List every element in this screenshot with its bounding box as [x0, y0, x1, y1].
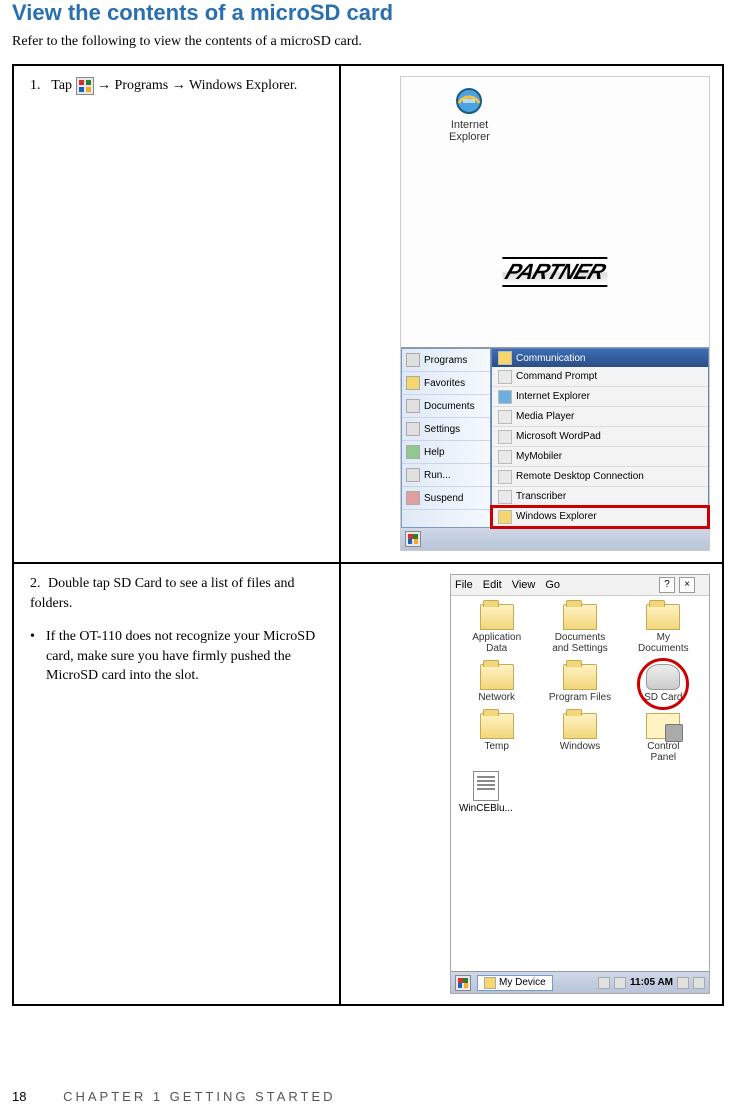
highlight-circle: [637, 658, 689, 710]
taskbar-tab-my-device[interactable]: My Device: [477, 975, 553, 991]
rdp-icon: [498, 470, 512, 484]
menu-file[interactable]: File: [455, 579, 473, 591]
start-button-icon[interactable]: [405, 531, 421, 547]
file-winceblu[interactable]: WinCEBlu...: [459, 771, 513, 814]
start-menu-item-documents[interactable]: Documents: [402, 395, 490, 418]
help-button[interactable]: ?: [659, 577, 675, 593]
folder-documents-and-settings[interactable]: Documents and Settings: [540, 604, 619, 654]
menu-view[interactable]: View: [512, 579, 536, 591]
submenu-title: Communication: [492, 349, 708, 367]
step2-cell: 2.Double tap SD Card to see a list of fi…: [13, 563, 340, 1005]
folder-program-files[interactable]: Program Files: [540, 664, 619, 703]
step1-screenshot-cell: Internet Explorer PARTNER Programs Favor…: [340, 65, 723, 563]
ie-icon: [498, 390, 512, 404]
folder-icon: [498, 351, 512, 365]
explorer-menubar[interactable]: File Edit View Go ? ×: [451, 575, 709, 596]
internet-explorer-icon: [453, 85, 485, 117]
tray-icon: [677, 977, 689, 989]
step2-text: 2.Double tap SD Card to see a list of fi…: [30, 574, 327, 613]
menu-go[interactable]: Go: [545, 579, 560, 591]
mymobiler-icon: [498, 450, 512, 464]
file-icon: [473, 771, 499, 801]
start-menu-item-favorites[interactable]: Favorites: [402, 372, 490, 395]
folder-icon: [563, 664, 597, 690]
close-button[interactable]: ×: [679, 577, 695, 593]
start-menu[interactable]: Programs Favorites Documents Settings He…: [401, 348, 491, 528]
intro-text: Refer to the following to view the conte…: [12, 34, 724, 50]
submenu-item-wordpad[interactable]: Microsoft WordPad: [492, 427, 708, 447]
step1-text: 1. Tap → Programs → Windows Explorer.: [30, 76, 327, 96]
submenu-item-mymobiler[interactable]: MyMobiler: [492, 447, 708, 467]
tray-icon: [693, 977, 705, 989]
menu-edit[interactable]: Edit: [483, 579, 502, 591]
control-panel-icon: [646, 713, 680, 739]
documents-icon: [406, 399, 420, 413]
programs-submenu[interactable]: Communication Command Prompt Internet Ex…: [491, 348, 709, 528]
step1-cell: 1. Tap → Programs → Windows Explorer.: [13, 65, 340, 563]
screenshot-programs-menu: Internet Explorer PARTNER Programs Favor…: [400, 76, 710, 551]
folder-icon: [563, 604, 597, 630]
folder-icon: [563, 713, 597, 739]
submenu-item-media-player[interactable]: Media Player: [492, 407, 708, 427]
programs-icon: [406, 353, 420, 367]
help-icon: [406, 445, 420, 459]
step2-screenshot-cell: File Edit View Go ? × Application Data D…: [340, 563, 723, 1005]
chapter-label: CHAPTER 1 GETTING STARTED: [63, 1089, 335, 1104]
submenu-item-ie[interactable]: Internet Explorer: [492, 387, 708, 407]
taskbar[interactable]: [401, 528, 709, 550]
folder-temp[interactable]: Temp: [457, 713, 536, 763]
wordpad-icon: [498, 430, 512, 444]
folder-icon: [480, 713, 514, 739]
cmd-icon: [498, 370, 512, 384]
folder-windows[interactable]: Windows: [540, 713, 619, 763]
tray-icon: [598, 977, 610, 989]
start-menu-item-suspend[interactable]: Suspend: [402, 487, 490, 510]
submenu-item-command-prompt[interactable]: Command Prompt: [492, 367, 708, 387]
transcriber-icon: [498, 490, 512, 504]
suspend-icon: [406, 491, 420, 505]
start-menu-icon: [76, 77, 94, 95]
folder-application-data[interactable]: Application Data: [457, 604, 536, 654]
folder-icon: [646, 604, 680, 630]
explorer-icon: [498, 510, 512, 524]
page-number: 18: [12, 1089, 26, 1104]
step2-note: If the OT-110 does not recognize your Mi…: [28, 627, 327, 686]
favorites-icon: [406, 376, 420, 390]
start-menu-item-settings[interactable]: Settings: [402, 418, 490, 441]
start-menu-item-programs[interactable]: Programs: [402, 349, 490, 372]
explorer-icon-grid: Application Data Documents and Settings …: [451, 596, 709, 767]
clock: 11:05 AM: [630, 977, 673, 988]
folder-icon: [480, 604, 514, 630]
partner-logo: PARTNER: [502, 257, 607, 287]
start-menu-item-run[interactable]: Run...: [402, 464, 490, 487]
tray-icon: [614, 977, 626, 989]
control-panel-item[interactable]: Control Panel: [624, 713, 703, 763]
ie-label: Internet Explorer: [449, 119, 490, 143]
start-button-icon[interactable]: [455, 975, 471, 991]
explorer-taskbar[interactable]: My Device 11:05 AM: [451, 971, 709, 993]
folder-my-documents[interactable]: My Documents: [624, 604, 703, 654]
media-player-icon: [498, 410, 512, 424]
page-footer: 18 CHAPTER 1 GETTING STARTED: [12, 1089, 336, 1104]
run-icon: [406, 468, 420, 482]
page-title: View the contents of a microSD card: [12, 0, 724, 26]
submenu-item-rdp[interactable]: Remote Desktop Connection: [492, 467, 708, 487]
screenshot-explorer: File Edit View Go ? × Application Data D…: [450, 574, 710, 994]
folder-network[interactable]: Network: [457, 664, 536, 703]
sd-card-item[interactable]: SD Card: [624, 664, 703, 703]
ie-desktop-icon[interactable]: Internet Explorer: [449, 85, 490, 143]
system-tray[interactable]: 11:05 AM: [598, 977, 705, 989]
folder-icon: [480, 664, 514, 690]
steps-table: 1. Tap → Programs → Windows Explorer. In…: [12, 64, 724, 1006]
settings-icon: [406, 422, 420, 436]
start-menu-item-help[interactable]: Help: [402, 441, 490, 464]
submenu-item-transcriber[interactable]: Transcriber: [492, 487, 708, 507]
device-icon: [484, 977, 496, 989]
submenu-item-windows-explorer[interactable]: Windows Explorer: [492, 507, 708, 527]
